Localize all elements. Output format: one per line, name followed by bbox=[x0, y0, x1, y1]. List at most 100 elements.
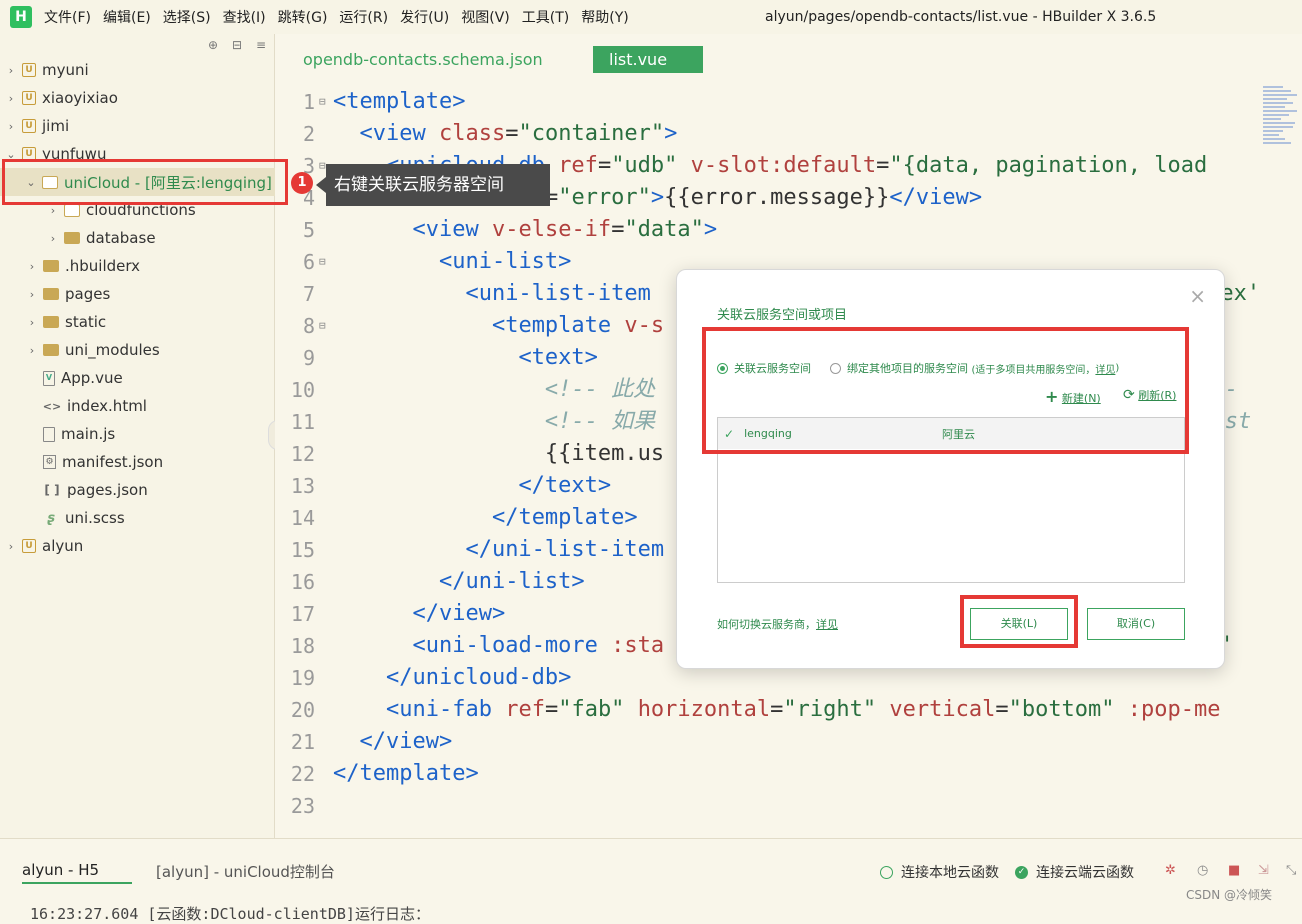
minimap-line bbox=[1263, 142, 1291, 144]
tree-item-manifest[interactable]: ⚙ manifest.json bbox=[39, 448, 163, 476]
close-icon[interactable]: × bbox=[1189, 284, 1206, 308]
minimap-line bbox=[1263, 98, 1287, 100]
tree-item-label: pages.json bbox=[67, 481, 148, 499]
annotation-tooltip: 右键关联云服务器空间 bbox=[326, 164, 550, 206]
vue-file-icon: V bbox=[43, 370, 55, 386]
tree-item-xiaoyixiao[interactable]: › Uxiaoyixiao bbox=[4, 84, 118, 112]
fold-icon[interactable]: ⊟ bbox=[319, 246, 326, 278]
tree-item-myuni[interactable]: › Umyuni bbox=[4, 56, 89, 84]
fold-icon[interactable]: ⊟ bbox=[319, 86, 326, 118]
minimap-line bbox=[1263, 134, 1279, 136]
menu-tools[interactable]: 工具(T) bbox=[522, 7, 569, 27]
tree-item-label: index.html bbox=[67, 397, 147, 415]
tree-item-label: manifest.json bbox=[62, 453, 164, 471]
menu-publish[interactable]: 发行(U) bbox=[400, 7, 449, 27]
help-link[interactable]: 详见 bbox=[816, 618, 838, 631]
line-number: 14 bbox=[290, 506, 315, 530]
chevron-right-icon[interactable]: › bbox=[4, 92, 18, 105]
chevron-right-icon[interactable]: › bbox=[25, 316, 39, 329]
line-number: 6 bbox=[302, 250, 315, 274]
menu-file[interactable]: 文件(F) bbox=[44, 7, 91, 27]
tree-item-hbuilderx[interactable]: › .hbuilderx bbox=[25, 252, 140, 280]
tree-item-uni-scss[interactable]: ʂ uni.scss bbox=[39, 504, 125, 532]
js-file-icon bbox=[43, 426, 55, 442]
tree-item-pages[interactable]: › pages bbox=[25, 280, 110, 308]
clock-icon[interactable]: ◷ bbox=[1197, 863, 1208, 878]
tree-item-pages-json[interactable]: [ ] pages.json bbox=[39, 476, 148, 504]
tree-item-label: .hbuilderx bbox=[65, 257, 141, 275]
minimap-line bbox=[1263, 114, 1289, 116]
tree-item-main-js[interactable]: main.js bbox=[39, 420, 115, 448]
help-label: 如何切换云服务商， bbox=[717, 618, 816, 631]
code-line: </text> bbox=[518, 473, 612, 498]
tab-schema-json[interactable]: opendb-contacts.schema.json bbox=[287, 46, 559, 73]
connect-cloud-status[interactable]: ✓ 连接云端云函数 bbox=[1015, 862, 1134, 882]
collapse-icon[interactable]: ⤡ bbox=[1286, 863, 1296, 878]
code-line: </uni-list-item bbox=[465, 537, 665, 562]
cancel-button[interactable]: 取消(C) bbox=[1087, 608, 1185, 640]
code-line: </view> bbox=[412, 601, 506, 626]
tree-item-label: uni_modules bbox=[65, 341, 160, 359]
tree-item-label: pages bbox=[65, 285, 111, 303]
connect-local-status[interactable]: 连接本地云函数 bbox=[880, 862, 999, 882]
menu-help[interactable]: 帮助(Y) bbox=[581, 7, 628, 27]
tree-item-index-html[interactable]: <> index.html bbox=[39, 392, 147, 420]
annotation-highlight bbox=[960, 595, 1078, 648]
tab-list-vue[interactable]: list.vue bbox=[593, 46, 703, 73]
collapse-all-icon[interactable]: ⊟ bbox=[232, 38, 242, 52]
menu-edit[interactable]: 编辑(E) bbox=[103, 7, 151, 27]
line-number: 18 bbox=[290, 634, 315, 658]
radio-unselected-icon bbox=[880, 865, 893, 879]
code-line: <template v-s bbox=[491, 313, 665, 338]
stop-icon[interactable]: ■ bbox=[1228, 863, 1240, 878]
chevron-right-icon[interactable]: › bbox=[46, 232, 60, 245]
line-number: 17 bbox=[290, 602, 315, 626]
tree-item-label: App.vue bbox=[61, 369, 123, 387]
minimap-line bbox=[1263, 126, 1293, 128]
tree-item-uni-modules[interactable]: › uni_modules bbox=[25, 336, 160, 364]
locate-icon[interactable]: ⊕ bbox=[208, 38, 218, 52]
tree-item-jimi[interactable]: › Ujimi bbox=[4, 112, 69, 140]
code-line: {{item.us bbox=[333, 441, 665, 466]
tooltip-arrow bbox=[316, 177, 326, 193]
line-number: 8 bbox=[302, 314, 315, 338]
folder-icon bbox=[43, 260, 59, 272]
menu-find[interactable]: 查找(I) bbox=[223, 7, 266, 27]
tree-item-label: jimi bbox=[42, 117, 70, 135]
chevron-right-icon[interactable]: › bbox=[25, 260, 39, 273]
minimap[interactable] bbox=[1263, 84, 1299, 234]
menu-icon[interactable]: ≡ bbox=[256, 38, 266, 52]
project-icon: U bbox=[22, 119, 36, 133]
tree-item-alyun[interactable]: › Ualyun bbox=[4, 532, 83, 560]
menu-run[interactable]: 运行(R) bbox=[339, 7, 388, 27]
line-number: 7 bbox=[302, 282, 315, 306]
tree-item-app-vue[interactable]: V App.vue bbox=[39, 364, 123, 392]
chevron-right-icon[interactable]: › bbox=[4, 120, 18, 133]
folder-icon bbox=[43, 288, 59, 300]
chevron-right-icon[interactable]: › bbox=[4, 64, 18, 77]
folder-icon bbox=[43, 316, 59, 328]
chevron-right-icon[interactable]: › bbox=[46, 204, 60, 217]
status-label: 连接本地云函数 bbox=[901, 865, 999, 881]
line-number: 12 bbox=[290, 442, 315, 466]
tree-item-label: database bbox=[86, 229, 156, 247]
chevron-right-icon[interactable]: › bbox=[4, 540, 18, 553]
tree-item-database[interactable]: › database bbox=[46, 224, 156, 252]
cloud-folder-icon bbox=[64, 203, 80, 217]
editor-tabs: opendb-contacts.schema.json list.vue bbox=[275, 34, 1302, 82]
tab-h5-console[interactable]: alyun - H5 bbox=[22, 861, 132, 884]
bug-icon[interactable]: ✲ bbox=[1165, 863, 1176, 878]
menu-goto[interactable]: 跳转(G) bbox=[278, 7, 328, 27]
menu-view[interactable]: 视图(V) bbox=[461, 7, 510, 27]
chevron-right-icon[interactable]: › bbox=[25, 344, 39, 357]
dialog-title: 关联云服务空间或项目 bbox=[717, 308, 848, 323]
code-line: </template> bbox=[333, 761, 479, 786]
tab-unicloud-console[interactable]: [alyun] - uniCloud控制台 bbox=[156, 861, 335, 882]
chevron-right-icon[interactable]: › bbox=[25, 288, 39, 301]
export-icon[interactable]: ⇲ bbox=[1258, 863, 1269, 878]
tree-item-static[interactable]: › static bbox=[25, 308, 106, 336]
menu-select[interactable]: 选择(S) bbox=[163, 7, 211, 27]
fold-icon[interactable]: ⊟ bbox=[319, 310, 326, 342]
project-icon: U bbox=[22, 91, 36, 105]
annotation-highlight bbox=[702, 327, 1189, 454]
